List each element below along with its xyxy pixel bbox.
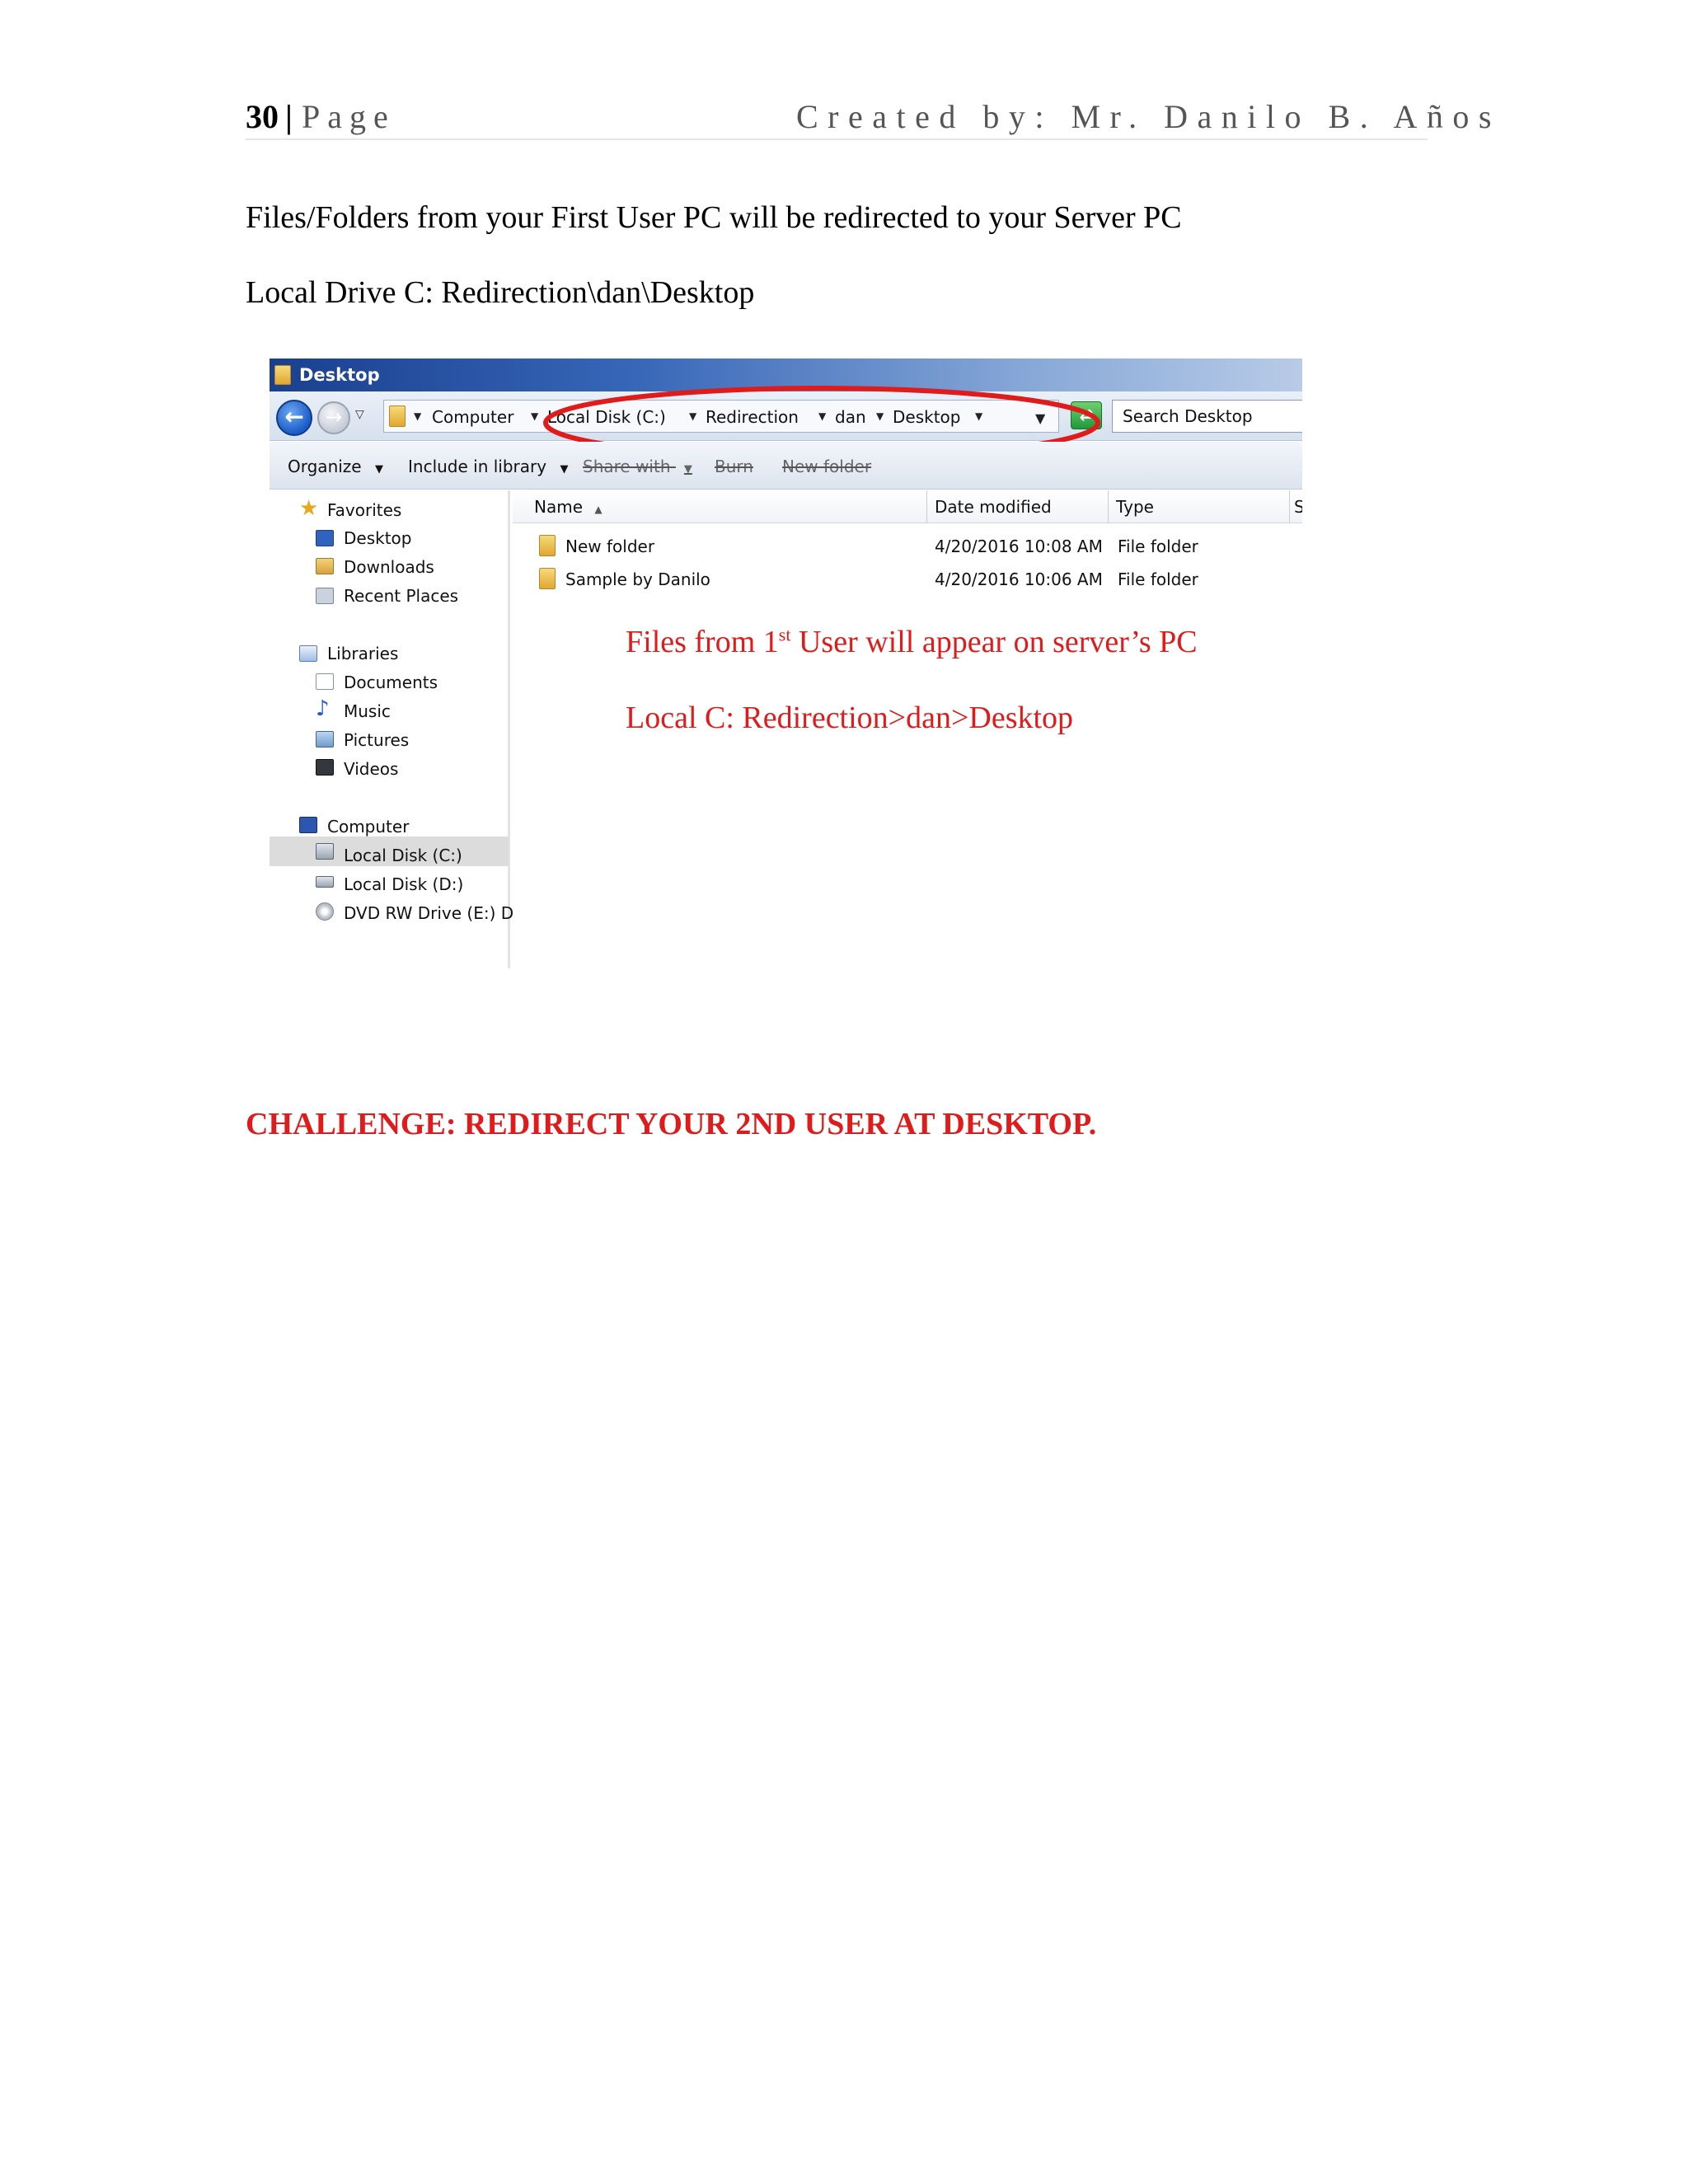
annotation-callout: Files from 1st User will appear on serve… [626, 624, 1198, 660]
file-name: Sample by Danilo [565, 569, 710, 589]
nav-local-disk-d[interactable]: Local Disk (D:) [344, 874, 463, 894]
column-name[interactable]: Name ▲ [534, 497, 603, 517]
chevron-down-icon: ▼ [683, 463, 692, 476]
chevron-down-icon[interactable]: ▼ [818, 410, 826, 422]
organize-label: Organize [288, 457, 362, 476]
disk-drive-icon [316, 843, 334, 860]
nav-favorites[interactable]: Favorites [327, 500, 401, 520]
chevron-down-icon[interactable]: ▼ [975, 410, 982, 422]
title-bar: Desktop [270, 359, 1302, 391]
paragraph-redirect-info: Files/Folders from your First User PC wi… [246, 200, 1182, 235]
breadcrumb-computer[interactable]: Computer [432, 407, 513, 427]
forward-button[interactable]: → [317, 401, 350, 434]
videos-icon [316, 759, 334, 776]
file-date: 4/20/2016 10:06 AM [935, 569, 1103, 589]
column-divider[interactable] [1108, 490, 1109, 523]
share-with-button[interactable]: Share with ▼ [583, 457, 692, 476]
chevron-down-icon: ▼ [374, 463, 383, 476]
page-number: 30 [246, 98, 279, 135]
back-button[interactable]: ← [276, 400, 312, 436]
table-row[interactable]: New folder 4/20/2016 10:08 AM File folde… [513, 532, 1302, 563]
author-credit: Created by: Mr. Danilo B. Años [796, 98, 1501, 135]
burn-button[interactable]: Burn [715, 457, 753, 476]
search-input[interactable]: Search Desktop [1112, 400, 1302, 433]
breadcrumb-local-disk[interactable]: Local Disk (C:) [547, 407, 666, 427]
folder-icon [539, 568, 556, 589]
nav-computer[interactable]: Computer [327, 817, 409, 837]
chevron-down-icon[interactable]: ▼ [414, 410, 421, 422]
dvd-drive-icon [316, 902, 334, 921]
include-in-library-label: Include in library [408, 457, 547, 476]
explorer-screenshot: Desktop ← → ▽ ▼ Computer ▼ Local Disk (C… [270, 359, 1302, 968]
file-type: File folder [1118, 569, 1198, 589]
command-bar: Organize ▼ Include in library ▼ Share wi… [270, 442, 1302, 490]
downloads-icon [316, 558, 334, 574]
column-size[interactable]: S [1294, 497, 1302, 517]
folder-icon [539, 535, 556, 556]
new-folder-button[interactable]: New folder [782, 457, 871, 476]
nav-pictures[interactable]: Pictures [344, 730, 409, 750]
music-icon: ♪ [316, 696, 330, 721]
column-type[interactable]: Type [1116, 497, 1154, 517]
include-in-library-button[interactable]: Include in library ▼ [408, 457, 568, 476]
annotation-callout-path: Local C: Redirection>dan>Desktop [626, 701, 1074, 735]
column-date-modified[interactable]: Date modified [935, 497, 1052, 517]
callout-superscript: st [778, 624, 791, 645]
nav-documents[interactable]: Documents [344, 673, 438, 692]
nav-music[interactable]: Music [344, 701, 391, 721]
arrow-left-icon: ← [284, 403, 304, 430]
nav-downloads[interactable]: Downloads [344, 557, 434, 577]
refresh-button[interactable]: ⇄ [1071, 401, 1102, 429]
breadcrumb-desktop[interactable]: Desktop [893, 407, 960, 427]
nav-videos[interactable]: Videos [344, 759, 398, 779]
pictures-icon [316, 731, 334, 748]
star-icon: ★ [299, 496, 319, 521]
address-dropdown-icon[interactable]: ▼ [1035, 410, 1045, 426]
computer-icon [299, 817, 317, 833]
libraries-icon [299, 645, 317, 662]
chevron-down-icon[interactable]: ▼ [531, 410, 538, 422]
chevron-down-icon[interactable]: ▼ [689, 410, 696, 422]
breadcrumb-dan[interactable]: dan [835, 407, 866, 427]
breadcrumb-redirection[interactable]: Redirection [706, 407, 799, 427]
nav-dvd-drive[interactable]: DVD RW Drive (E:) Dri [344, 903, 525, 923]
column-header-row: Name ▲ Date modified Type S [513, 490, 1302, 523]
file-type: File folder [1118, 537, 1198, 556]
folder-icon [389, 405, 406, 427]
callout-text: Files from 1 [626, 625, 779, 659]
chevron-down-icon: ▼ [560, 463, 569, 476]
refresh-icon: ⇄ [1079, 405, 1094, 424]
column-divider[interactable] [926, 490, 927, 523]
nav-desktop[interactable]: Desktop [344, 528, 411, 548]
nav-local-disk-c[interactable]: Local Disk (C:) [344, 846, 462, 865]
disk-drive-icon [316, 876, 334, 888]
column-divider[interactable] [1289, 490, 1290, 523]
documents-icon [316, 673, 334, 690]
chevron-down-icon[interactable]: ▽ [355, 408, 364, 421]
nav-libraries[interactable]: Libraries [327, 644, 398, 663]
page-separator: | [285, 98, 293, 135]
navigation-pane: ★ Favorites Desktop Downloads Recent Pla… [270, 490, 525, 968]
paragraph-local-drive: Local Drive C: Redirection\dan\Desktop [246, 275, 755, 310]
arrow-right-icon: → [325, 405, 343, 429]
callout-text: User will appear on server’s PC [790, 625, 1198, 659]
challenge-heading: CHALLENGE: REDIRECT YOUR 2ND USER AT DES… [246, 1107, 1097, 1141]
chevron-down-icon[interactable]: ▼ [876, 410, 884, 422]
recent-places-icon [316, 588, 334, 604]
page-header: 30 | Page Created by: Mr. Danilo B. Años [246, 94, 1491, 140]
share-with-label: Share with [583, 457, 671, 476]
folder-icon [274, 365, 291, 385]
file-name: New folder [565, 537, 655, 556]
column-name-label: Name [534, 497, 584, 517]
nav-recent-places[interactable]: Recent Places [344, 586, 458, 606]
organize-button[interactable]: Organize ▼ [288, 457, 383, 476]
page-label: Page [302, 98, 396, 135]
desktop-icon [316, 530, 334, 546]
address-bar[interactable]: ▼ Computer ▼ Local Disk (C:) ▼ Redirecti… [383, 400, 1059, 433]
sort-ascending-icon: ▲ [594, 504, 603, 515]
file-date: 4/20/2016 10:08 AM [935, 537, 1103, 556]
window-title: Desktop [299, 365, 380, 385]
table-row[interactable]: Sample by Danilo 4/20/2016 10:06 AM File… [513, 565, 1302, 596]
address-row: ← → ▽ ▼ Computer ▼ Local Disk (C:) ▼ Red… [270, 391, 1302, 441]
